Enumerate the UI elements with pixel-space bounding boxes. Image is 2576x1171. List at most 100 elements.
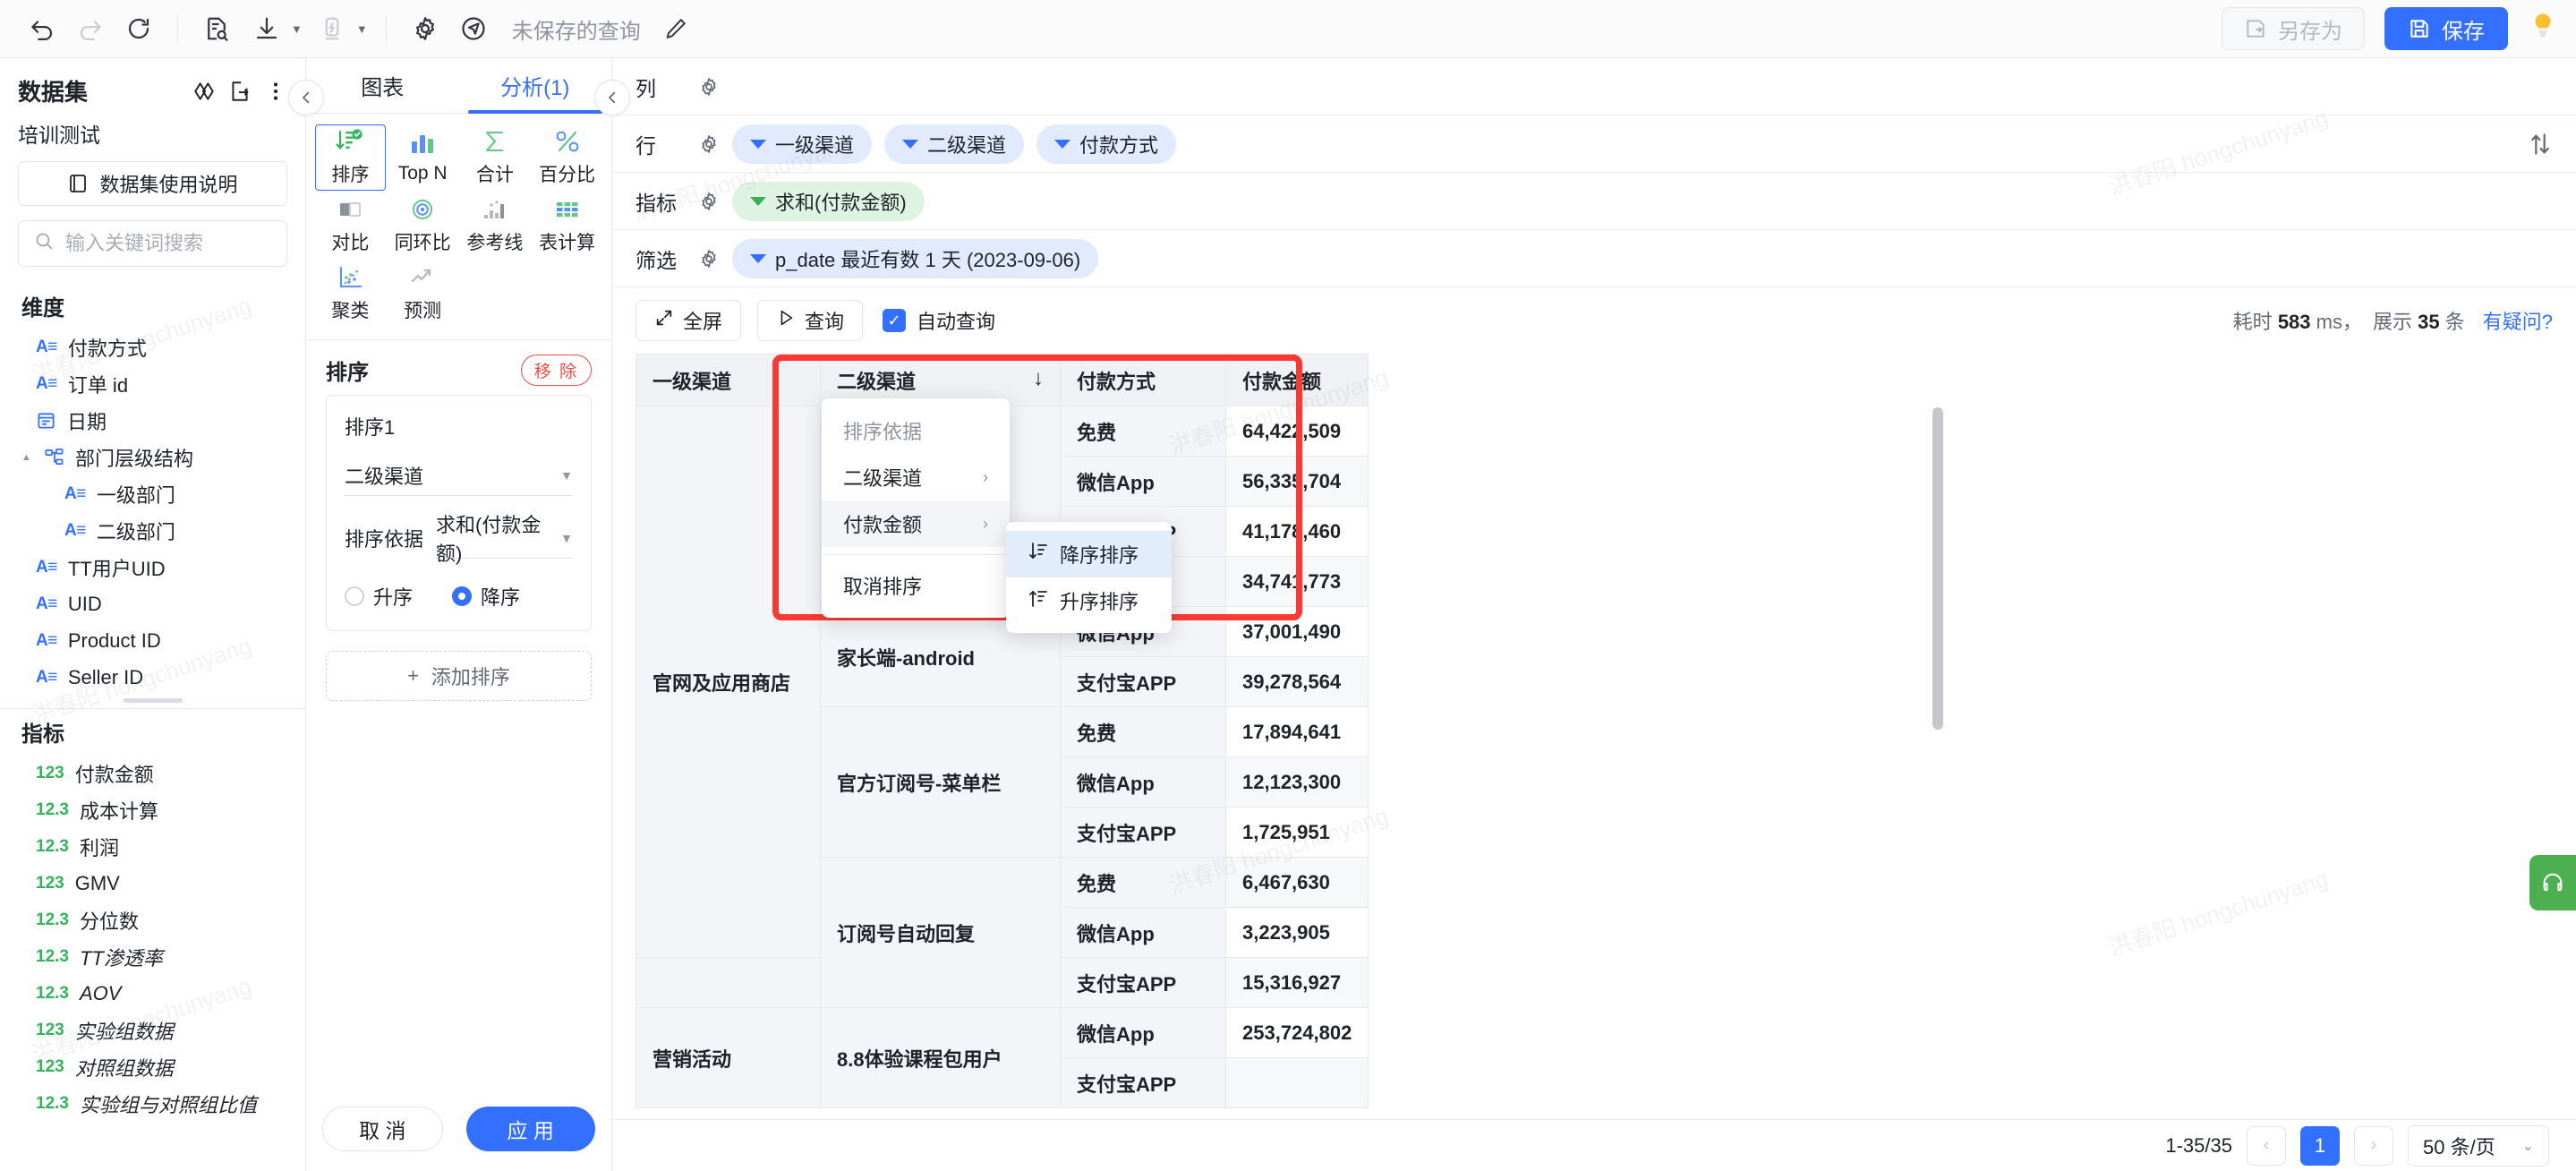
table-row[interactable]: 营销活动 8.8体验课程包用户 微信App 253,724,802 [635,1007,1369,1108]
submenu-item-ascending[interactable]: 升序排序 [1006,577,1172,624]
dataset-name: 培训测试 [18,124,100,147]
sidebar-resize-handle[interactable] [0,696,305,705]
tab-analysis[interactable]: 分析(1) [459,58,612,114]
metric-pill-sum-payment-amount[interactable]: 求和(付款金额) [732,181,925,221]
triangle-collapse-icon[interactable]: ▲ [21,452,33,463]
column-header-level1-channel[interactable]: 一级渠道 [635,354,821,406]
search-field[interactable] [18,220,287,267]
dimension-item-level2-dept[interactable]: A≡ 二级部门 [0,512,305,549]
sort-menu-item-level2-channel[interactable]: 二级渠道 › [822,454,1010,500]
download-button[interactable]: ▼ [243,8,304,49]
sort-menu-item-cancel-sort[interactable]: 取消排序 [822,562,1010,609]
bulb-icon[interactable] [2529,12,2556,47]
add-sort-button[interactable]: + 添加排序 [326,651,592,701]
tool-topn[interactable]: Top N [388,124,458,191]
sort-basis-select[interactable]: 求和(付款金额) ▼ [436,514,573,565]
undo-icon[interactable] [20,8,64,49]
tool-percent[interactable]: 百分比 [532,124,602,191]
chevron-right-icon[interactable]: › [2354,1125,2393,1166]
metric-item-profit[interactable]: 12.3 利润 [0,828,305,865]
navigation-icon[interactable] [451,8,496,49]
page-size-select[interactable]: 50 条/页 ⌄ [2408,1124,2549,1167]
gear-icon[interactable] [698,76,720,98]
elapsed-unit: ms， [2316,311,2362,333]
search-input[interactable] [65,232,272,255]
fullscreen-button[interactable]: 全屏 [635,300,742,341]
tool-forecast[interactable]: 预测 [388,261,458,327]
collapse-analysis-panel-button[interactable] [594,80,630,115]
radio-ascending[interactable]: 升序 [345,582,413,611]
edit-dataset-icon[interactable] [228,80,252,103]
refresh-icon[interactable] [116,8,161,49]
dimension-item-seller-id[interactable]: A≡ Seller ID [0,659,305,696]
tool-sort[interactable]: 排序 [315,124,386,191]
gear-icon[interactable] [403,8,448,49]
apply-button[interactable]: 应 用 [465,1107,595,1151]
tool-table-calc[interactable]: 表计算 [532,192,602,259]
gear-icon[interactable] [698,248,720,269]
performance-icon[interactable] [310,8,354,49]
download-chevron-down-icon[interactable]: ▼ [291,22,303,36]
dimension-item-tt-uid[interactable]: A≡ TT用户UID [0,549,305,586]
elapsed-value: 583 [2277,311,2311,333]
gear-icon[interactable] [698,133,720,155]
table-vertical-scrollbar[interactable] [1932,407,1943,730]
switch-dataset-icon[interactable] [192,80,216,103]
dimension-item-product-id[interactable]: A≡ Product ID [0,622,305,659]
performance-button[interactable]: ▼ [308,8,370,49]
support-fab-button[interactable] [2529,855,2576,910]
filter-pill-pdate[interactable]: p_date 最近有数 1 天 (2023-09-06) [732,238,1099,278]
dataset-usage-button[interactable]: 数据集使用说明 [18,161,287,206]
gear-icon[interactable] [698,191,720,212]
dimension-item-uid[interactable]: A≡ UID [0,586,305,622]
metric-item-aov[interactable]: 12.3 AOV [0,975,305,1012]
tool-cluster[interactable]: 聚类 [315,261,386,327]
cell-level2-channel: 官方订阅号-菜单栏 [820,706,1061,858]
column-header-payment-method[interactable]: 付款方式 [1060,354,1226,406]
cancel-button[interactable]: 取 消 [322,1107,443,1151]
performance-chevron-down-icon[interactable]: ▼ [356,22,368,36]
chevron-left-icon[interactable]: ‹ [2247,1125,2286,1166]
query-button[interactable]: 查询 [757,300,864,341]
remove-sort-button[interactable]: 移 除 [520,355,592,386]
column-header-payment-amount[interactable]: 付款金额 [1225,354,1369,406]
save-as-button[interactable]: 另存为 [2222,7,2365,50]
sort-menu-item-payment-amount[interactable]: 付款金额 › [822,500,1010,547]
page-number-1[interactable]: 1 [2300,1125,2340,1166]
help-link[interactable]: 有疑问? [2483,306,2553,335]
autoquery-checkbox[interactable]: ✓ 自动查询 [883,306,995,335]
row-pill-payment-method[interactable]: 付款方式 [1036,124,1177,164]
metric-item-control-group[interactable]: 123 对照组数据 [0,1048,305,1085]
more-icon[interactable] [264,80,287,103]
save-button[interactable]: 保存 [2384,7,2508,50]
dimension-group-department-hierarchy[interactable]: ▲ 部门层级结构 [0,439,305,475]
tool-total[interactable]: 合计 [460,124,531,191]
metric-item-gmv[interactable]: 123 GMV [0,865,305,902]
sort-field-select[interactable]: 二级渠道 ▼ [345,455,573,496]
metric-item-quantile[interactable]: 12.3 分位数 [0,902,305,938]
sql-preview-icon[interactable] [194,8,239,49]
collapse-sidebar-button[interactable] [288,80,324,115]
submenu-item-descending[interactable]: 降序排序 [1006,531,1172,577]
redo-icon[interactable] [68,8,113,49]
metric-item-group-ratio[interactable]: 12.3 实验组与对照组比值 [0,1085,305,1122]
metric-item-experiment-group[interactable]: 123 实验组数据 [0,1012,305,1048]
dimension-item-payment-method[interactable]: A≡ 付款方式 [0,329,305,365]
metric-item-tt-penetration[interactable]: 12.3 TT渗透率 [0,938,305,975]
sort-desc-arrow-icon[interactable]: ↓ [1033,366,1044,391]
dimension-item-order-id[interactable]: A≡ 订单 id [0,365,305,402]
metric-item-payment-amount[interactable]: 123 付款金额 [0,755,305,791]
radio-descending[interactable]: 降序 [452,582,520,611]
swap-rows-columns-icon[interactable] [2528,132,2553,157]
tool-reference-line[interactable]: 参考线 [460,192,531,259]
tool-contrast[interactable]: 对比 [315,192,386,259]
row-pill-level1-channel[interactable]: 一级渠道 [732,124,873,164]
dimension-item-level1-dept[interactable]: A≡ 一级部门 [0,475,305,512]
download-icon[interactable] [244,8,289,49]
metric-item-cost[interactable]: 12.3 成本计算 [0,791,305,828]
dimension-item-date[interactable]: 日期 [0,402,305,439]
tool-period-compare[interactable]: 同环比 [388,192,458,259]
row-pill-level2-channel[interactable]: 二级渠道 [884,124,1025,164]
tab-chart[interactable]: 图表 [306,58,459,113]
pencil-icon[interactable] [653,8,698,49]
